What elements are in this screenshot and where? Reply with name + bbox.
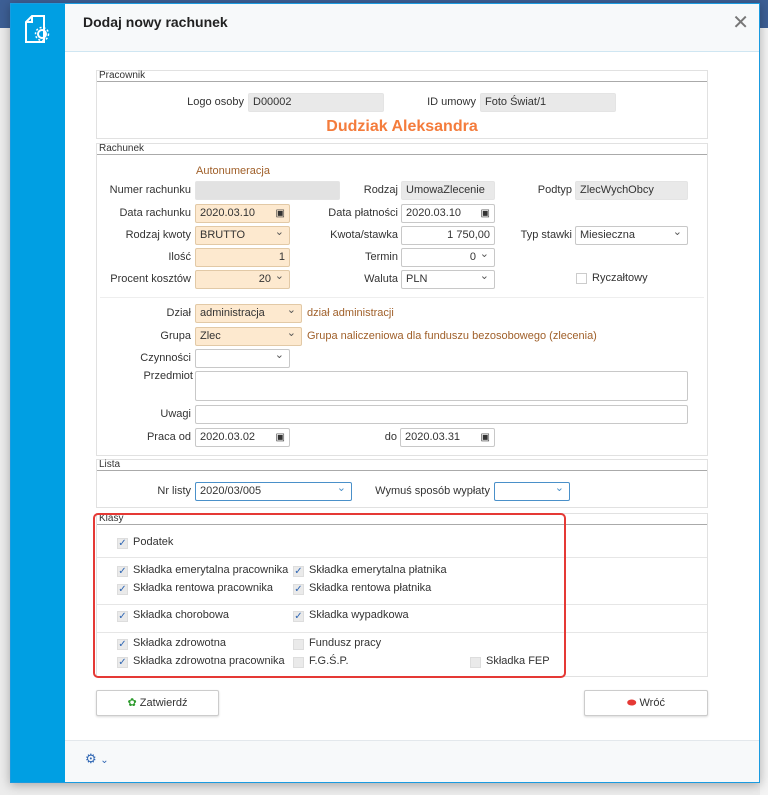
- section-header: Lista: [97, 460, 707, 471]
- employee-name: Dudziak Aleksandra: [326, 118, 478, 135]
- waluta-select[interactable]: PLN: [401, 270, 495, 289]
- rodzaj-kwoty-select[interactable]: BRUTTO: [195, 226, 290, 245]
- confirm-button[interactable]: ✿ Zatwierdź: [96, 690, 219, 716]
- uwagi-input[interactable]: [195, 405, 688, 424]
- procent-label: Procent kosztów: [110, 273, 191, 285]
- calendar-icon[interactable]: ▣: [481, 205, 490, 222]
- ilosc-label: Ilość: [168, 251, 191, 263]
- podtyp-label: Podtyp: [537, 184, 572, 196]
- rodzaj-label: Rodzaj: [363, 184, 398, 196]
- data-platnosci-input[interactable]: 2020.03.10 ▣: [401, 204, 495, 223]
- grupa-note: Grupa naliczeniowa dla funduszu bezosobo…: [307, 330, 597, 342]
- praca-od-value: 2020.03.02: [200, 431, 256, 443]
- data-platnosci-label: Data płatności: [328, 207, 398, 219]
- data-platnosci-value: 2020.03.10: [406, 207, 462, 219]
- rodzaj-kwoty-label: Rodzaj kwoty: [125, 229, 191, 241]
- kwota-label: Kwota/stawka: [330, 229, 398, 241]
- autonumeracja-link[interactable]: Autonumeracja: [196, 162, 270, 181]
- procent-select[interactable]: 20: [195, 270, 290, 289]
- ryczaltowy-checkbox[interactable]: [576, 273, 587, 284]
- divider: [100, 297, 704, 298]
- dzial-label: Dział: [166, 307, 191, 319]
- dialog-footer: ⚙ ⌄: [65, 740, 759, 782]
- close-icon[interactable]: ✕: [732, 10, 749, 35]
- section-header: Pracownik: [97, 71, 707, 82]
- dialog-title: Dodaj nowy rachunek: [83, 14, 228, 30]
- termin-select[interactable]: 0: [401, 248, 495, 267]
- rodzaj-field: UmowaZlecenie: [401, 181, 495, 200]
- kwota-input[interactable]: 1 750,00: [401, 226, 495, 245]
- back-icon: ⬬: [627, 697, 637, 709]
- grupa-label: Grupa: [160, 330, 191, 342]
- background-app: [760, 28, 768, 795]
- praca-od-input[interactable]: 2020.03.02 ▣: [195, 428, 290, 447]
- wymus-select[interactable]: [494, 482, 570, 501]
- ilosc-input[interactable]: 1: [195, 248, 290, 267]
- numer-label: Numer rachunku: [109, 184, 191, 196]
- dzial-select[interactable]: administracja: [195, 304, 302, 323]
- przedmiot-textarea[interactable]: [195, 371, 688, 401]
- numer-field: [195, 181, 340, 200]
- waluta-label: Waluta: [364, 273, 398, 285]
- document-gear-icon: [25, 15, 50, 43]
- dialog-header: Dodaj nowy rachunek ✕: [65, 4, 759, 52]
- praca-od-label: Praca od: [146, 431, 191, 443]
- logo-label: Logo osoby: [187, 96, 244, 108]
- calendar-icon[interactable]: ▣: [276, 205, 285, 222]
- podtyp-field: ZlecWychObcy: [575, 181, 688, 200]
- do-input[interactable]: 2020.03.31 ▣: [400, 428, 495, 447]
- back-label: Wróć: [639, 697, 665, 709]
- calendar-icon[interactable]: ▣: [276, 429, 285, 446]
- back-button[interactable]: ⬬ Wróć: [584, 690, 708, 716]
- section-header: Rachunek: [97, 144, 707, 155]
- przedmiot-label: Przedmiot: [143, 370, 193, 382]
- dialog-sidebar: [11, 4, 65, 782]
- czynnosci-label: Czynności: [140, 352, 191, 364]
- uwagi-label: Uwagi: [160, 408, 191, 420]
- confirm-label: Zatwierdź: [139, 697, 188, 709]
- confirm-icon: ✿: [127, 697, 137, 709]
- data-rachunku-label: Data rachunku: [119, 207, 191, 219]
- termin-label: Termin: [364, 251, 398, 263]
- data-rachunku-input[interactable]: 2020.03.10 ▣: [195, 204, 290, 223]
- do-value: 2020.03.31: [405, 431, 461, 443]
- chevron-down-icon: ⌄: [100, 755, 109, 766]
- dzial-note: dział administracji: [307, 307, 394, 319]
- window-gear-icon: ⚙: [85, 751, 97, 766]
- calendar-icon[interactable]: ▣: [481, 429, 490, 446]
- grupa-select[interactable]: Zlec: [195, 327, 302, 346]
- do-label: do: [384, 431, 397, 443]
- typ-stawki-label: Typ stawki: [520, 229, 572, 241]
- id-field: Foto Świat/1: [480, 93, 616, 112]
- typ-stawki-select[interactable]: Miesieczna: [575, 226, 688, 245]
- nr-listy-select[interactable]: 2020/03/005: [195, 482, 352, 501]
- settings-menu-button[interactable]: ⚙ ⌄: [85, 751, 109, 767]
- ryczaltowy-label: Ryczałtowy: [592, 272, 648, 284]
- czynnosci-select[interactable]: [195, 349, 290, 368]
- logo-field: D00002: [248, 93, 384, 112]
- highlight-box: [93, 513, 566, 678]
- nr-listy-label: Nr listy: [157, 485, 191, 497]
- data-rachunku-value: 2020.03.10: [200, 207, 256, 219]
- id-label: ID umowy: [427, 96, 476, 108]
- wymus-label: Wymuś sposób wypłaty: [375, 485, 490, 497]
